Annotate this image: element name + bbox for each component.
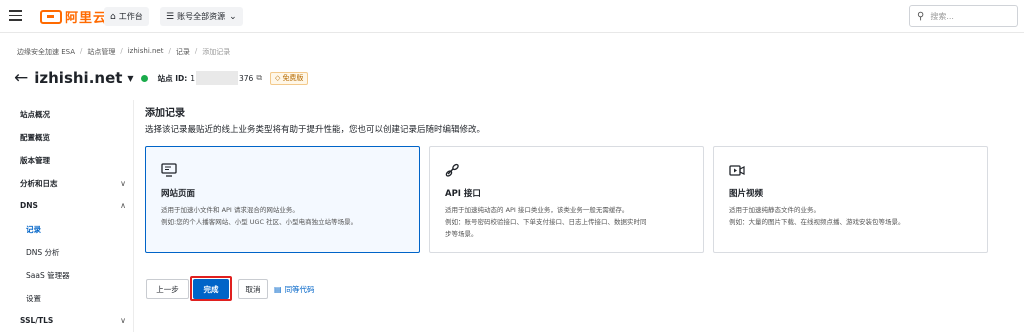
chevron-down-icon: ∨ [120, 179, 126, 188]
card-text-line: 例如:您的个人播客网站、小型 UGC 社区、小型电商独立站等场景。 [161, 218, 358, 226]
cancel-button[interactable]: 取消 [238, 279, 268, 299]
site-id-redacted [196, 71, 238, 85]
breadcrumb-item-records[interactable]: 记录 [176, 47, 190, 57]
sidebar-item-dns-analytics[interactable]: DNS 分析 [26, 247, 126, 258]
breadcrumb-separator: / [194, 47, 198, 55]
sidebar: 站点概况 配置概览 版本管理 分析和日志 ∨ DNS ∧ 记录 DNS 分析 Saa… [0, 100, 130, 332]
card-title: 网站页面 [161, 189, 196, 199]
breadcrumb-separator: / [80, 47, 83, 55]
sidebar-item-label: DNS [20, 201, 38, 210]
plan-badge-label: 免费版 [282, 74, 304, 82]
home-icon: ⌂ [110, 11, 116, 22]
workbench-label: 工作台 [118, 12, 143, 21]
card-text-line: 例如：大量的图片下载、在线视频点播、游戏安装包等场景。 [729, 218, 905, 226]
card-text-line: 步等场景。 [445, 230, 478, 238]
breadcrumb-item-current: 添加记录 [202, 48, 231, 56]
status-dot-icon [140, 74, 148, 82]
breadcrumb: 边缘安全加速 ESA / 站点管理 / izhishi.net / 记录 / 添… [17, 47, 230, 57]
breadcrumb-separator: / [168, 47, 171, 55]
site-id-prefix: 1 [190, 73, 195, 83]
plan-badge: ◇ 免费版 [270, 71, 309, 85]
monitor-icon [161, 163, 177, 177]
site-switch-caret-icon[interactable]: ▼ [127, 74, 133, 83]
card-website-pages[interactable]: 网站页面 适用于加速小文件和 API 请求混合的网站业务。 例如:您的个人播客网… [145, 146, 420, 253]
card-title: API 接口 [445, 189, 481, 199]
menu-icon[interactable] [9, 10, 22, 21]
sidebar-item-label: 配置概览 [20, 133, 50, 142]
sidebar-item-dns[interactable]: DNS ∧ [20, 201, 126, 210]
sidebar-item-label: 版本管理 [20, 156, 50, 165]
sidebar-item-records[interactable]: 记录 [26, 224, 126, 235]
page-title: 添加记录 [145, 108, 185, 119]
card-title: 图片视频 [729, 189, 764, 199]
search-icon: ⚲ [917, 10, 925, 22]
logo-text: 阿里云 [65, 11, 108, 26]
top-navigation-bar: 阿里云 ⌂ 工作台 ☰ 账号全部资源 ⌄ ⚲ 搜索... [0, 0, 1024, 33]
card-images-videos[interactable]: 图片视频 适用于加速纯静态文件的业务。 例如：大量的图片下载、在线视频点播、游戏… [713, 146, 988, 253]
media-icon [729, 165, 745, 176]
site-header: ← izhishi.net ▼ 站点 ID: 1 376 ⧉ ◇ 免费版 [14, 67, 309, 89]
sidebar-item-label: 设置 [26, 294, 41, 303]
link-icon [445, 163, 459, 177]
card-text-line: 适用于加速纯动态的 API 接口类业务，该类业务一般无需缓存。 [445, 206, 629, 214]
chevron-up-icon: ∧ [120, 201, 126, 210]
sidebar-item-label: 站点概况 [20, 110, 50, 119]
sidebar-item-ssl-tls[interactable]: SSL/TLS ∨ [20, 316, 126, 325]
search-placeholder: 搜索... [930, 11, 954, 21]
breadcrumb-item-esa[interactable]: 边缘安全加速 ESA [17, 47, 75, 57]
sidebar-item-analytics-logs[interactable]: 分析和日志 ∨ [20, 178, 126, 189]
logo-mark-icon [40, 9, 62, 24]
sidebar-item-label: SaaS 管理器 [26, 271, 70, 280]
diamond-icon: ◇ [275, 74, 281, 82]
sidebar-item-label: 记录 [26, 225, 41, 234]
code-icon: ▤ [274, 285, 282, 294]
copy-icon[interactable]: ⧉ [256, 73, 262, 83]
sidebar-item-saas-manager[interactable]: SaaS 管理器 [26, 270, 126, 281]
card-text-line: 适用于加速纯静态文件的业务。 [729, 206, 820, 214]
site-name: izhishi.net [34, 69, 123, 87]
card-api[interactable]: API 接口 适用于加速纯动态的 API 接口类业务，该类业务一般无需缓存。 例… [429, 146, 704, 253]
equivalent-code-link[interactable]: ▤ 同等代码 [274, 284, 315, 295]
account-resources-dropdown[interactable]: ☰ 账号全部资源 ⌄ [160, 7, 243, 26]
sidebar-item-site-overview[interactable]: 站点概况 [20, 109, 126, 120]
breadcrumb-separator: / [120, 47, 123, 55]
card-text-line: 适用于加速小文件和 API 请求混合的网站业务。 [161, 206, 299, 214]
sidebar-item-settings[interactable]: 设置 [26, 293, 126, 304]
breadcrumb-item-site-management[interactable]: 站点管理 [87, 47, 115, 57]
account-resources-label: 账号全部资源 [177, 12, 226, 21]
sidebar-divider [133, 100, 134, 332]
site-id-label: 站点 ID: [157, 73, 188, 83]
breadcrumb-item-site[interactable]: izhishi.net [128, 47, 164, 57]
sidebar-item-version-management[interactable]: 版本管理 [20, 155, 126, 166]
list-icon: ☰ [166, 11, 175, 22]
search-input[interactable]: ⚲ 搜索... [909, 5, 1018, 27]
aliyun-logo[interactable]: 阿里云 [40, 8, 108, 26]
sidebar-item-config-overview[interactable]: 配置概览 [20, 132, 126, 143]
sidebar-item-label: 分析和日志 [20, 179, 58, 188]
card-text-line: 例如：账号密码校验接口、下单支付接口、日志上传接口、数据实时同 [445, 218, 647, 226]
done-button[interactable]: 完成 [193, 279, 229, 299]
chevron-down-icon: ⌄ [229, 11, 237, 22]
chevron-down-icon: ∨ [120, 316, 126, 325]
page-description: 选择该记录最贴近的线上业务类型将有助于提升性能，您也可以创建记录后随时编辑修改。 [145, 125, 486, 135]
equivalent-code-label: 同等代码 [284, 285, 315, 294]
previous-step-button[interactable]: 上一步 [146, 279, 189, 299]
sidebar-item-label: SSL/TLS [20, 316, 54, 325]
back-arrow-icon[interactable]: ← [14, 69, 28, 87]
site-id-suffix: 376 [239, 73, 254, 83]
workbench-button[interactable]: ⌂ 工作台 [104, 7, 149, 26]
sidebar-item-label: DNS 分析 [26, 248, 60, 257]
